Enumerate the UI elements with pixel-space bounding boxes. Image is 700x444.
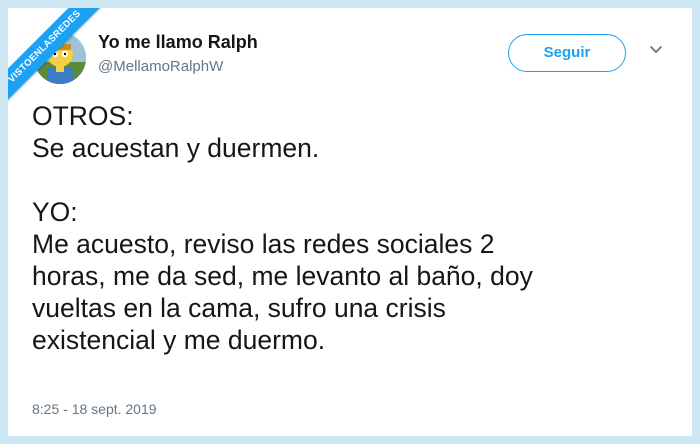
chevron-down-icon[interactable] xyxy=(648,42,664,58)
watermark-text: VISTOENLASREDES xyxy=(8,8,106,108)
watermark-ribbon: VISTOENLASREDES xyxy=(8,8,128,128)
tweet-timestamp[interactable]: 8:25 - 18 sept. 2019 xyxy=(32,401,157,417)
follow-button[interactable]: Seguir xyxy=(508,34,626,72)
tweet-text: OTROS: Se acuestan y duermen. YO: Me acu… xyxy=(32,101,533,355)
tweet-card: VISTOENLASREDES Yo me llamo Ralph @Mella… xyxy=(8,8,692,436)
